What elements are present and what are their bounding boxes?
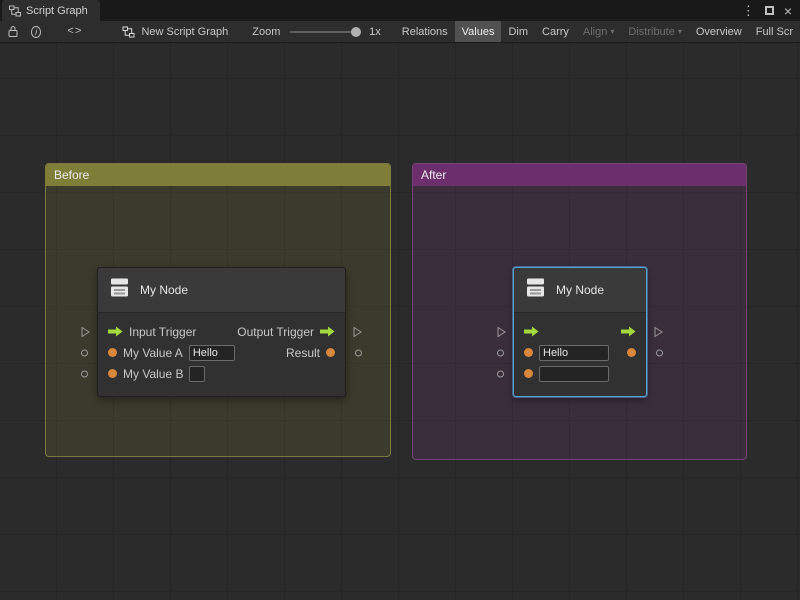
group-before-title: Before	[54, 168, 89, 182]
result-label: Result	[286, 346, 320, 360]
node-my-node-after[interactable]: My Node	[513, 267, 647, 397]
graph-asset-icon	[122, 26, 135, 38]
node-my-node-before[interactable]: My Node Input Trigger Output Trigger	[97, 267, 346, 397]
my-value-a-input[interactable]	[539, 345, 609, 361]
node-title: My Node	[556, 283, 604, 297]
info-icon[interactable]: i	[31, 26, 41, 38]
code-icon[interactable]: <>	[67, 26, 82, 38]
my-value-b-label: My Value B	[123, 367, 183, 381]
my-value-b-input[interactable]	[189, 366, 205, 382]
node-header: My Node	[514, 268, 646, 313]
group-before-header[interactable]: Before	[46, 164, 390, 186]
align-button[interactable]: Align ▾	[576, 21, 621, 43]
zoom-label: Zoom	[252, 26, 280, 38]
input-trigger-label: Input Trigger	[129, 325, 196, 339]
dim-button[interactable]: Dim	[501, 21, 535, 43]
value-input-port[interactable]	[108, 369, 117, 378]
values-button[interactable]: Values	[455, 21, 502, 43]
zoom-slider-knob[interactable]	[351, 27, 361, 37]
chevron-down-icon: ▾	[678, 27, 682, 36]
value-input-connector[interactable]	[81, 370, 88, 377]
node-header: My Node	[98, 268, 345, 313]
value-output-connector[interactable]	[656, 349, 663, 356]
value-input-port[interactable]	[524, 348, 533, 357]
flow-input-port[interactable]	[108, 326, 123, 337]
unit-icon	[524, 276, 547, 304]
carry-label: Carry	[542, 26, 569, 38]
value-output-port[interactable]	[627, 348, 636, 357]
group-after-title: After	[421, 168, 446, 182]
relations-label: Relations	[402, 26, 448, 38]
group-after-header[interactable]: After	[413, 164, 746, 186]
output-trigger-label: Output Trigger	[237, 325, 314, 339]
lock-icon[interactable]	[7, 25, 19, 38]
tab-script-graph[interactable]: Script Graph	[2, 0, 100, 21]
tab-title: Script Graph	[26, 5, 88, 17]
fullscreen-button[interactable]: Full Scr	[749, 21, 800, 43]
value-input-connector[interactable]	[81, 349, 88, 356]
window-menu-icon[interactable]: ⋮	[742, 4, 755, 17]
value-input-connector[interactable]	[497, 370, 504, 377]
fullscreen-label: Full Scr	[756, 26, 793, 38]
flow-output-connector[interactable]	[353, 326, 362, 337]
port-row: My Value B	[98, 363, 345, 384]
node-body: Input Trigger Output Trigger My Value A …	[98, 313, 345, 396]
value-output-port[interactable]	[326, 348, 335, 357]
flow-input-connector[interactable]	[497, 326, 506, 337]
my-value-a-label: My Value A	[123, 346, 183, 360]
window-controls: ⋮ ×	[742, 0, 800, 21]
toolbar-buttons: Relations Values Dim Carry Align ▾ Distr…	[395, 21, 800, 43]
graph-canvas[interactable]: Before After My Node	[0, 43, 800, 600]
port-row	[514, 363, 646, 384]
value-input-port[interactable]	[108, 348, 117, 357]
flow-input-connector[interactable]	[81, 326, 90, 337]
relations-button[interactable]: Relations	[395, 21, 455, 43]
distribute-label: Distribute	[628, 26, 674, 38]
unit-icon	[108, 276, 131, 304]
port-row	[514, 321, 646, 342]
overview-button[interactable]: Overview	[689, 21, 749, 43]
flow-output-port[interactable]	[621, 326, 636, 337]
flow-output-connector[interactable]	[654, 326, 663, 337]
node-title: My Node	[140, 283, 188, 297]
carry-button[interactable]: Carry	[535, 21, 576, 43]
values-label: Values	[462, 26, 495, 38]
align-label: Align	[583, 26, 607, 38]
zoom-slider[interactable]	[290, 31, 361, 33]
flow-input-port[interactable]	[524, 326, 539, 337]
my-value-a-input[interactable]	[189, 345, 235, 361]
flow-output-port[interactable]	[320, 326, 335, 337]
port-row: My Value A Result	[98, 342, 345, 363]
script-graph-icon	[9, 5, 21, 17]
chevron-down-icon: ▾	[610, 27, 614, 36]
value-input-port[interactable]	[524, 369, 533, 378]
distribute-button[interactable]: Distribute ▾	[621, 21, 688, 43]
graph-name-label: New Script Graph	[141, 26, 228, 38]
graph-breadcrumb[interactable]: New Script Graph	[122, 26, 228, 38]
graph-toolbar: i <> New Script Graph Zoom 1x Relations …	[0, 21, 800, 43]
value-output-connector[interactable]	[355, 349, 362, 356]
zoom-value: 1x	[369, 26, 381, 38]
port-row: Input Trigger Output Trigger	[98, 321, 345, 342]
overview-label: Overview	[696, 26, 742, 38]
dim-label: Dim	[508, 26, 528, 38]
value-input-connector[interactable]	[497, 349, 504, 356]
close-icon[interactable]: ×	[784, 4, 792, 18]
node-body	[514, 313, 646, 396]
my-value-b-input[interactable]	[539, 366, 609, 382]
maximize-icon[interactable]	[765, 6, 774, 15]
port-row	[514, 342, 646, 363]
tab-bar: Script Graph ⋮ ×	[0, 0, 800, 21]
